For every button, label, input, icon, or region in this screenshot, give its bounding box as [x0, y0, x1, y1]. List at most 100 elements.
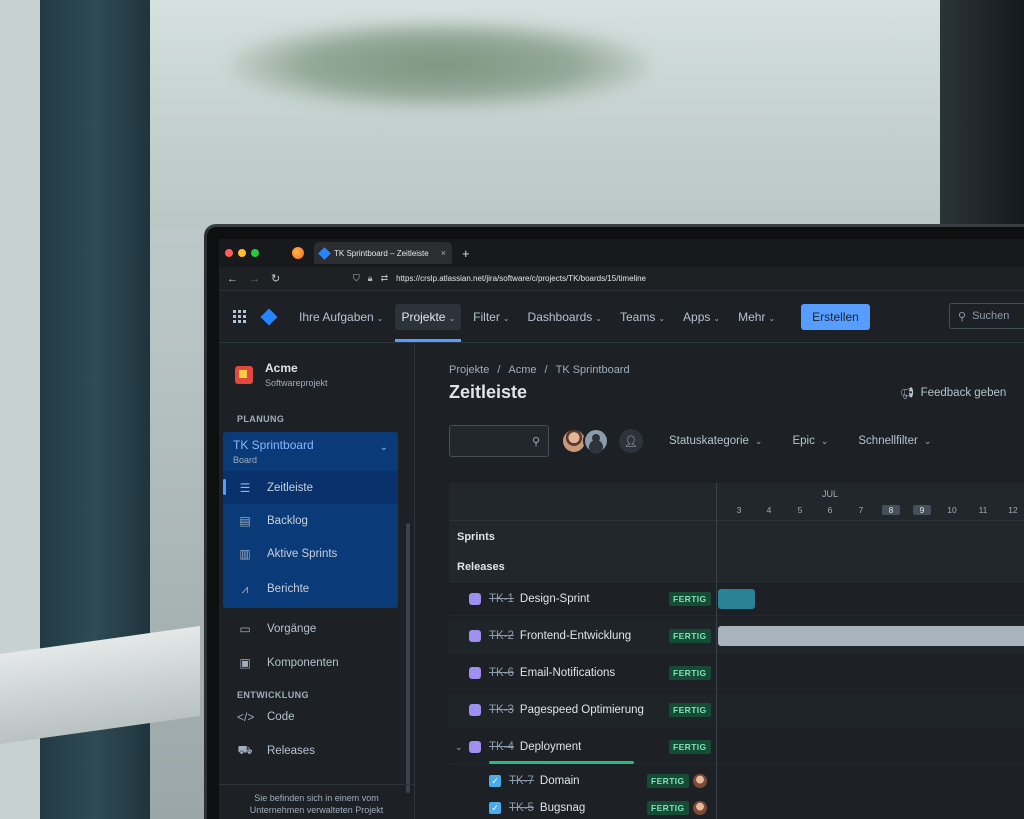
- day-label-weekend: 9: [913, 505, 931, 515]
- timeline-bar-design-sprint[interactable]: [718, 589, 755, 609]
- sidebar-scrollbar[interactable]: [406, 523, 410, 793]
- timeline-search-input[interactable]: ⚲: [449, 425, 549, 457]
- checkbox-icon: ✓: [489, 801, 501, 814]
- timeline-divider[interactable]: [716, 483, 717, 819]
- laptop: TK Sprintboard – Zeitleiste – Jira × + ←…: [204, 224, 1024, 819]
- sidebar-item-backlog[interactable]: ▤ Backlog: [223, 504, 398, 537]
- sidebar-item-berichte[interactable]: ⩘ Berichte: [223, 570, 398, 608]
- avatar: [693, 800, 707, 815]
- address-bar[interactable]: ⛉ 🔒︎ ⇄ https://crslp.atlassian.net/jira/…: [353, 273, 646, 284]
- jira-topnav: Ihre Aufgaben ⌄ Projekte ⌄ Filter ⌄ Dashboa…: [219, 291, 1024, 343]
- chevron-down-icon[interactable]: ⌄: [455, 742, 463, 753]
- board-sub: Board: [233, 455, 258, 465]
- filter-schnellfilter[interactable]: Schnellfilter ⌄: [858, 435, 931, 447]
- project-avatar: [235, 365, 253, 384]
- create-button[interactable]: Erstellen: [801, 303, 870, 330]
- day-label: 10: [947, 505, 957, 515]
- sidebar-item-releases[interactable]: ⛟ Releases: [219, 734, 414, 768]
- new-tab-button[interactable]: +: [462, 246, 470, 261]
- nav-ihre-aufgaben[interactable]: Ihre Aufgaben ⌄: [293, 304, 389, 330]
- day-label: 4: [766, 505, 772, 515]
- filter-statuskategorie[interactable]: Statuskategorie ⌄: [669, 435, 762, 447]
- project-name: Acme: [265, 361, 298, 375]
- month-label: JUL: [822, 489, 839, 499]
- timeline-toolbar: ⚲ 👤︎ Statuskategorie ⌄ Epic ⌄ Schnellfilte…: [449, 425, 1024, 457]
- epic-icon: [469, 741, 481, 753]
- avatar-unassigned[interactable]: [583, 428, 609, 454]
- timeline-bar-frontend[interactable]: [718, 626, 1024, 646]
- jira-logo-icon[interactable]: [260, 308, 278, 325]
- epic-row[interactable]: TK-6 Email-Notifications FERTIG: [449, 657, 1024, 690]
- reload-icon[interactable]: ↻: [271, 272, 293, 285]
- permissions-icon: ⇄: [380, 273, 389, 283]
- status-badge: FERTIG: [669, 740, 711, 754]
- sidebar-item-vorgaenge[interactable]: ▭ Vorgänge: [219, 612, 414, 646]
- search-input[interactable]: ⚲ Suchen: [949, 303, 1024, 329]
- board-selector[interactable]: TK Sprintboard Board ⌄: [223, 432, 398, 471]
- app-switcher-icon[interactable]: [233, 309, 247, 324]
- timeline-icon: ☰: [239, 480, 251, 495]
- timeline-header: JUL 3 4 5 6 7 8 9 10 11 12: [449, 483, 1024, 521]
- group-row-releases[interactable]: Releases: [449, 551, 1024, 584]
- sidebar-item-komponenten[interactable]: ▣ Komponenten: [219, 646, 414, 680]
- group-row-sprints[interactable]: Sprints: [449, 521, 1024, 554]
- nav-filter[interactable]: Filter ⌄: [467, 304, 515, 330]
- project-type: Softwareprojekt: [265, 378, 328, 388]
- child-issue-row[interactable]: ✓ TK-5 Bugsnag FERTIG: [449, 791, 1024, 819]
- main-content: Projekte / Acme / TK Sprintboard Zeitlei…: [449, 343, 1024, 819]
- status-badge: FERTIG: [647, 773, 689, 788]
- tab-close-icon[interactable]: ×: [441, 248, 446, 258]
- breadcrumb-acme[interactable]: Acme: [508, 364, 536, 376]
- epic-row-expanded[interactable]: ⌄ TK-4 Deployment FERTIG: [449, 731, 1024, 764]
- project-sidebar: Acme Softwareprojekt PLANUNG TK Sprintbo…: [219, 343, 415, 819]
- minimize-window-button[interactable]: [238, 249, 246, 257]
- sidebar-item-aktive-sprints[interactable]: ▥ Aktive Sprints: [223, 537, 398, 570]
- day-label: 6: [827, 505, 833, 515]
- search-placeholder: Suchen: [972, 310, 1010, 322]
- checkbox-icon: ✓: [489, 774, 501, 787]
- breadcrumb: Projekte / Acme / TK Sprintboard: [449, 364, 630, 376]
- status-badge: FERTIG: [669, 666, 711, 680]
- breadcrumb-board[interactable]: TK Sprintboard: [556, 364, 630, 376]
- chevron-down-icon: ⌄: [658, 313, 666, 323]
- background-tree: [230, 20, 650, 110]
- status-badge: FERTIG: [647, 800, 689, 815]
- lock-icon: 🔒︎: [367, 273, 373, 283]
- day-label: 7: [858, 505, 864, 515]
- breadcrumb-projekte[interactable]: Projekte: [449, 364, 489, 376]
- project-header[interactable]: Acme Softwareprojekt: [219, 343, 414, 388]
- laptop-screen: TK Sprintboard – Zeitleiste – Jira × + ←…: [219, 239, 1024, 819]
- nav-dashboards[interactable]: Dashboards ⌄: [522, 304, 608, 330]
- filter-epic[interactable]: Epic ⌄: [792, 435, 828, 447]
- sidebar-item-code[interactable]: </> Code: [219, 700, 414, 734]
- browser-tab[interactable]: TK Sprintboard – Zeitleiste – Jira ×: [314, 242, 452, 264]
- feedback-button[interactable]: 📢︎ Feedback geben: [900, 386, 1006, 400]
- epic-icon: [469, 704, 481, 716]
- page-title: Zeitleiste: [449, 382, 528, 402]
- status-badge: FERTIG: [669, 629, 711, 643]
- add-people-icon[interactable]: 👤︎: [619, 429, 643, 453]
- firefox-icon: [292, 247, 304, 259]
- board-group: TK Sprintboard Board ⌄ ☰ Zeitleiste ▤ Ba…: [223, 432, 398, 608]
- day-label: 12: [1008, 505, 1018, 515]
- search-icon: ⚲: [958, 310, 967, 323]
- nav-projekte[interactable]: Projekte ⌄: [395, 303, 462, 342]
- epic-row[interactable]: TK-3 Pagespeed Optimierung FERTIG: [449, 694, 1024, 727]
- timeline-grid: JUL 3 4 5 6 7 8 9 10 11 12 Sprints Relea…: [449, 483, 1024, 819]
- background-pillar-right: [940, 0, 1024, 230]
- day-label-weekend: 8: [882, 505, 900, 515]
- maximize-window-button[interactable]: [251, 249, 259, 257]
- avatar: [693, 773, 707, 788]
- nav-mehr[interactable]: Mehr ⌄: [732, 304, 781, 330]
- jira-favicon-icon: [318, 246, 331, 260]
- forward-icon[interactable]: →: [249, 273, 271, 285]
- browser-urlbar: ← → ↻ ⛉ 🔒︎ ⇄ https://crslp.atlassian.net…: [219, 267, 1024, 291]
- nav-apps[interactable]: Apps ⌄: [677, 304, 726, 330]
- close-window-button[interactable]: [225, 249, 233, 257]
- chevron-down-icon: ⌄: [448, 313, 456, 323]
- chevron-down-icon: ⌄: [713, 313, 721, 323]
- back-icon[interactable]: ←: [227, 273, 249, 285]
- sidebar-item-zeitleiste[interactable]: ☰ Zeitleiste: [223, 471, 398, 504]
- nav-teams[interactable]: Teams ⌄: [614, 304, 671, 330]
- reports-chart-icon: ⩘: [241, 581, 249, 596]
